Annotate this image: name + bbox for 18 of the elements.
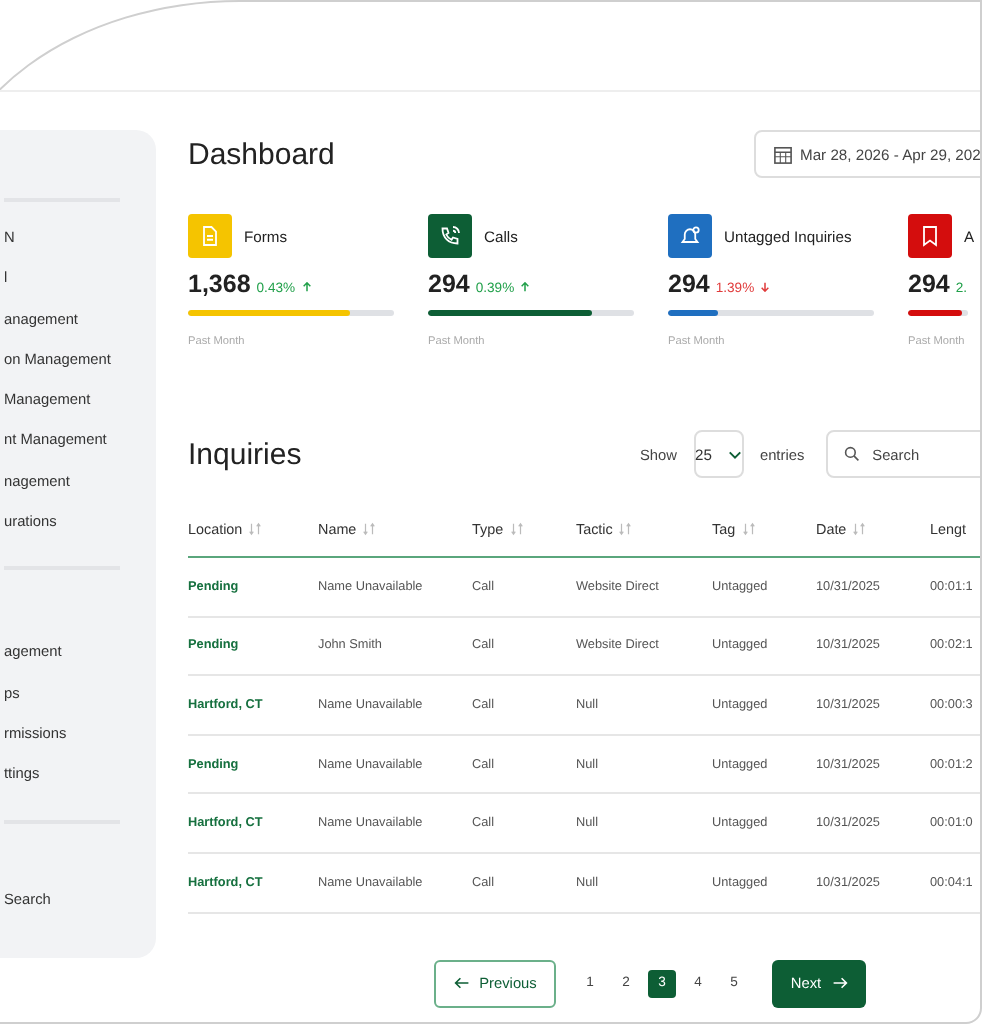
section-title: Inquiries: [188, 437, 302, 471]
card-value: 294: [908, 270, 950, 298]
card-value: 294: [428, 270, 470, 298]
sort-icon[interactable]: [362, 521, 377, 535]
chevron-down-icon: [727, 449, 742, 459]
card-value: 294: [668, 270, 710, 298]
sort-icon[interactable]: [248, 521, 263, 535]
search-icon: [844, 446, 861, 462]
card-value: 1,368: [188, 270, 251, 298]
arrow-left-icon: [453, 976, 470, 991]
arrow-right-icon: [831, 976, 848, 991]
page-title: Dashboard: [188, 137, 335, 171]
sort-icon[interactable]: [509, 521, 524, 535]
sort-icon[interactable]: [618, 521, 633, 535]
progress-bar: [908, 310, 968, 316]
sort-icon[interactable]: [741, 521, 756, 535]
calendar-icon: [774, 145, 792, 163]
sort-icon[interactable]: [852, 521, 867, 535]
